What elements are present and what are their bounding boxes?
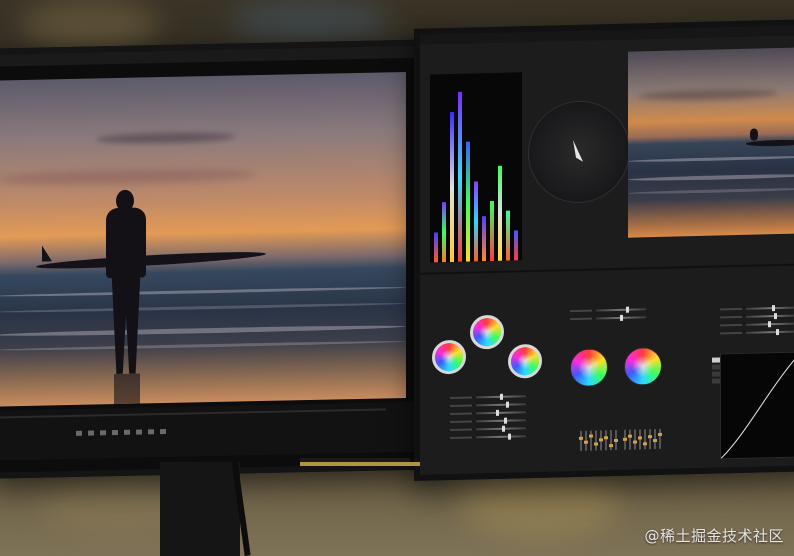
left-monitor: [0, 39, 436, 479]
fader[interactable]: [599, 430, 603, 451]
cloud-band: [96, 131, 236, 145]
background-bokeh: [230, 0, 390, 40]
hsl-faders: [623, 428, 662, 450]
curve-channel-button[interactable]: [712, 364, 720, 370]
waveform-trace: [458, 91, 462, 262]
adjustment-slider[interactable]: [720, 305, 794, 312]
source-monitor-video: [628, 47, 794, 238]
adjustment-slider[interactable]: [720, 329, 794, 336]
fader[interactable]: [579, 430, 583, 451]
play-icon[interactable]: [100, 430, 106, 436]
shadows-color-wheel[interactable]: [432, 339, 466, 375]
adjustment-slider[interactable]: [450, 393, 526, 400]
surfer-legs: [110, 273, 142, 374]
adjustment-slider[interactable]: [450, 417, 526, 424]
waveform-trace: [490, 200, 494, 262]
rgb-waveform-scope: [430, 72, 522, 263]
step-back-icon[interactable]: [76, 430, 82, 436]
waveform-trace: [482, 216, 486, 262]
background-bokeh: [20, 0, 160, 50]
adjustment-slider[interactable]: [450, 433, 526, 440]
waveform-trace: [474, 181, 478, 262]
cloud-band: [0, 167, 256, 187]
waveform-trace: [450, 111, 454, 263]
fader[interactable]: [643, 429, 647, 450]
surfer-reflection: [114, 373, 140, 405]
fader[interactable]: [638, 429, 642, 450]
surfboard-fin: [42, 245, 52, 261]
rgb-curves-graph[interactable]: [720, 351, 794, 460]
wave-line: [0, 301, 406, 314]
surfer-figure: [750, 128, 758, 141]
fader[interactable]: [614, 429, 618, 451]
step-forward-icon[interactable]: [124, 429, 130, 435]
curve-line: [721, 356, 794, 459]
adjustment-slider[interactable]: [720, 321, 794, 328]
waveform-trace: [434, 232, 438, 263]
waveform-trace: [506, 210, 510, 261]
monitor-stand: [160, 462, 240, 556]
vectorscope-trace: [573, 140, 583, 162]
adjustment-slider[interactable]: [450, 401, 526, 408]
fader[interactable]: [584, 430, 588, 451]
wave-line: [628, 155, 794, 163]
rewind-icon[interactable]: [88, 430, 94, 436]
left-monitor-menubar: [0, 45, 426, 67]
workspace-tabs: [420, 25, 794, 45]
vectorscope: [528, 99, 630, 205]
hsl-color-wheel-right[interactable]: [624, 346, 662, 386]
curve-channel-button[interactable]: [712, 378, 720, 384]
fader[interactable]: [648, 429, 652, 450]
fader[interactable]: [628, 429, 632, 450]
highlights-color-wheel[interactable]: [508, 343, 542, 379]
timeline-scrubber[interactable]: [0, 408, 386, 419]
fader[interactable]: [623, 429, 627, 450]
hsl-faders: [579, 429, 618, 451]
adjustment-slider[interactable]: [450, 425, 526, 432]
curve-channel-button[interactable]: [712, 371, 720, 377]
adjustment-slider[interactable]: [450, 409, 526, 416]
hsl-color-wheel-left[interactable]: [570, 348, 608, 388]
watermark-text: @稀土掘金技术社区: [644, 527, 784, 545]
wave-line: [628, 187, 794, 195]
curve-channel-button[interactable]: [712, 357, 720, 363]
waveform-trace: [466, 141, 470, 262]
midtones-color-wheel[interactable]: [470, 314, 504, 350]
export-frame-icon[interactable]: [160, 428, 166, 435]
playback-controls: [76, 428, 166, 436]
transport-bar: [0, 401, 426, 461]
fader[interactable]: [609, 430, 613, 451]
background-bokeh: [460, 470, 620, 540]
desk-light: [300, 462, 420, 466]
adjustment-slider[interactable]: [570, 314, 646, 321]
fader[interactable]: [594, 430, 598, 451]
insert-icon[interactable]: [136, 429, 142, 435]
adjustment-slider[interactable]: [570, 306, 646, 313]
surfer-body: [106, 207, 146, 279]
wave-line: [0, 339, 406, 352]
waveform-trace: [498, 165, 502, 261]
cloud-band: [638, 88, 778, 102]
program-monitor-video: [0, 71, 406, 407]
fader[interactable]: [589, 430, 593, 451]
fader[interactable]: [604, 430, 608, 451]
overwrite-icon[interactable]: [148, 429, 154, 435]
lumetri-tabs: [428, 277, 488, 278]
scope-panel-tabs: [426, 54, 458, 55]
fader[interactable]: [658, 428, 662, 449]
waveform-trace: [514, 230, 518, 261]
forward-icon[interactable]: [112, 429, 118, 436]
surfboard-silhouette: [35, 248, 267, 272]
wave-line: [0, 323, 406, 338]
curve-channel-buttons: [712, 357, 720, 384]
fader[interactable]: [633, 429, 637, 450]
right-monitor: [414, 19, 794, 481]
waveform-trace: [442, 202, 446, 263]
fader[interactable]: [653, 429, 657, 450]
panel-divider: [420, 263, 794, 275]
wave-line: [628, 173, 794, 182]
adjustment-slider[interactable]: [720, 313, 794, 320]
wave-line: [0, 285, 406, 298]
